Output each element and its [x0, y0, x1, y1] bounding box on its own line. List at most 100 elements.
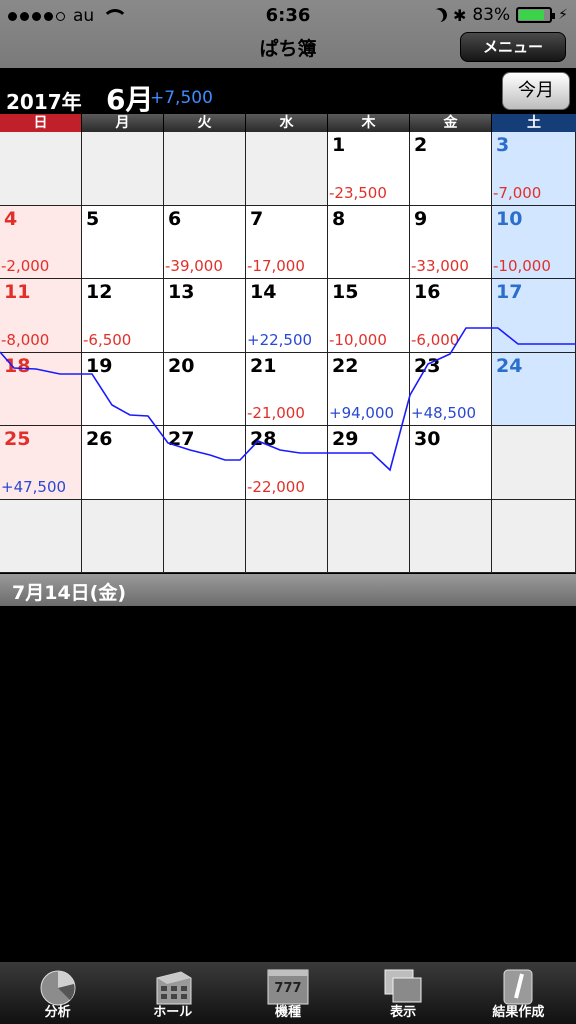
weekday-sun: 日: [0, 114, 82, 132]
day-number: 21: [250, 354, 277, 377]
calendar-day-cell[interactable]: 1 -23,500: [328, 132, 410, 206]
calendar-day-cell[interactable]: 29: [328, 426, 410, 500]
day-number: 5: [86, 207, 100, 230]
weekday-mon: 月: [82, 114, 164, 132]
calendar-day-cell[interactable]: 17: [492, 279, 576, 353]
calendar-empty-cell: [246, 499, 328, 573]
calendar-day-cell[interactable]: 13: [164, 279, 246, 353]
status-bar: au 6:36 ✱ 83% ⚡: [0, 0, 576, 32]
calendar-day-cell[interactable]: 6 -39,000: [164, 205, 246, 279]
day-number: 26: [86, 428, 113, 450]
calendar-day-cell[interactable]: 3 -7,000: [492, 132, 576, 206]
weekday-header: 日 月 火 水 木 金 土: [0, 114, 576, 132]
calendar-day-cell[interactable]: 5: [82, 205, 164, 279]
day-amount: +47,500: [1, 477, 67, 496]
day-amount: -10,000: [329, 330, 387, 349]
calendar-day-cell[interactable]: 23 +48,500: [410, 352, 492, 426]
calendar-empty-cell: [82, 132, 164, 206]
calendar-empty-cell: [164, 499, 246, 573]
day-number: 6: [168, 207, 182, 230]
day-number: 16: [414, 281, 441, 303]
calendar-day-cell[interactable]: 18: [0, 352, 82, 426]
day-amount: +94,000: [329, 404, 395, 422]
day-number: 10: [496, 207, 523, 230]
day-number: 13: [168, 281, 195, 303]
calendar-day-cell[interactable]: 19: [82, 352, 164, 426]
day-number: 12: [86, 281, 113, 303]
calendar-empty-cell: [0, 499, 82, 573]
calendar-day-cell[interactable]: 20: [164, 352, 246, 426]
day-number: 17: [496, 281, 523, 303]
weekday-fri: 金: [410, 114, 492, 132]
calendar-day-cell[interactable]: 16 -6,000: [410, 279, 492, 353]
month-header: [0, 68, 576, 114]
day-number: 4: [4, 207, 18, 230]
day-amount: -6,000: [411, 330, 460, 349]
tab-bar: 分析 ホール 777 機種 表示 結果作成: [0, 962, 576, 1024]
day-number: 15: [332, 281, 359, 303]
building-icon: [156, 971, 192, 1005]
top-bar: au 6:36 ✱ 83% ⚡ ぱち簿 メニュー: [0, 0, 576, 68]
slot-machine-icon: 777: [267, 969, 309, 1005]
calendar-day-cell[interactable]: 10 -10,000: [492, 205, 576, 279]
day-number: 23: [414, 354, 441, 377]
day-number: 3: [496, 134, 510, 156]
tab-hall[interactable]: ホール: [115, 962, 230, 1024]
calendar-day-cell[interactable]: 24: [492, 352, 576, 426]
calendar-day-cell[interactable]: 22 +94,000: [328, 352, 410, 426]
calendar-day-cell[interactable]: 21 -21,000: [246, 352, 328, 426]
calendar-empty-cell: [82, 499, 164, 573]
weekday-thu: 木: [328, 114, 410, 132]
calendar-day-cell[interactable]: 30: [410, 426, 492, 500]
day-number: 20: [168, 354, 195, 377]
tab-display-label: 表示: [390, 1005, 417, 1020]
calendar-day-cell[interactable]: 28 -22,000: [246, 426, 328, 500]
calendar-day-cell[interactable]: 14 +22,500: [246, 279, 328, 353]
tab-hall-label: ホール: [153, 1005, 193, 1020]
day-number: 2: [414, 134, 428, 156]
calendar-day-cell[interactable]: 27: [164, 426, 246, 500]
day-amount: -6,500: [83, 330, 132, 349]
calendar-day-cell[interactable]: 26: [82, 426, 164, 500]
day-number: 25: [4, 428, 31, 450]
calendar-day-cell[interactable]: 4 -2,000: [0, 205, 82, 279]
tab-display[interactable]: 表示: [346, 962, 461, 1024]
tab-analysis-label: 分析: [44, 1005, 71, 1020]
month-total: +7,500: [150, 88, 213, 108]
calendar-day-cell[interactable]: 7 -17,000: [246, 205, 328, 279]
battery-percent: 83%: [472, 5, 511, 25]
calendar-empty-cell: [0, 132, 82, 206]
day-number: 18: [4, 354, 31, 377]
calendar-day-cell[interactable]: 25 +47,500: [0, 426, 82, 500]
this-month-button[interactable]: 今月: [502, 72, 570, 110]
day-number: 1: [332, 134, 346, 156]
tab-analysis[interactable]: 分析: [0, 962, 115, 1024]
day-number: 30: [414, 428, 441, 450]
selected-date-label: 7月14日(金): [12, 582, 127, 604]
calendar-day-cell[interactable]: 15 -10,000: [328, 279, 410, 353]
calendar-day-cell[interactable]: 11 -8,000: [0, 279, 82, 353]
day-amount: +22,500: [247, 330, 313, 349]
calendar-day-cell[interactable]: 8: [328, 205, 410, 279]
tab-create-result[interactable]: 結果作成: [461, 962, 576, 1024]
day-number: 29: [332, 428, 359, 450]
day-amount: -33,000: [411, 257, 469, 275]
tab-machine[interactable]: 777 機種: [230, 962, 345, 1024]
day-detail-panel: [0, 606, 576, 962]
calendar-empty-cell: [492, 499, 576, 573]
day-amount: -2,000: [1, 257, 50, 275]
selected-date-bar: 7月14日(金): [0, 574, 576, 606]
day-amount: -17,000: [247, 257, 305, 275]
day-amount: +48,500: [411, 404, 477, 422]
calendar-day-cell[interactable]: 12 -6,500: [82, 279, 164, 353]
day-number: 24: [496, 354, 523, 377]
calendar-day-cell[interactable]: 2: [410, 132, 492, 206]
day-number: 11: [4, 281, 31, 303]
bluetooth-icon: ✱: [452, 5, 467, 25]
day-amount: -7,000: [493, 183, 542, 202]
calendar-day-cell[interactable]: 9 -33,000: [410, 205, 492, 279]
calendar-empty-cell: [492, 426, 576, 500]
day-amount: -39,000: [165, 257, 223, 275]
tab-machine-label: 機種: [274, 1005, 301, 1020]
menu-button[interactable]: メニュー: [460, 32, 566, 62]
